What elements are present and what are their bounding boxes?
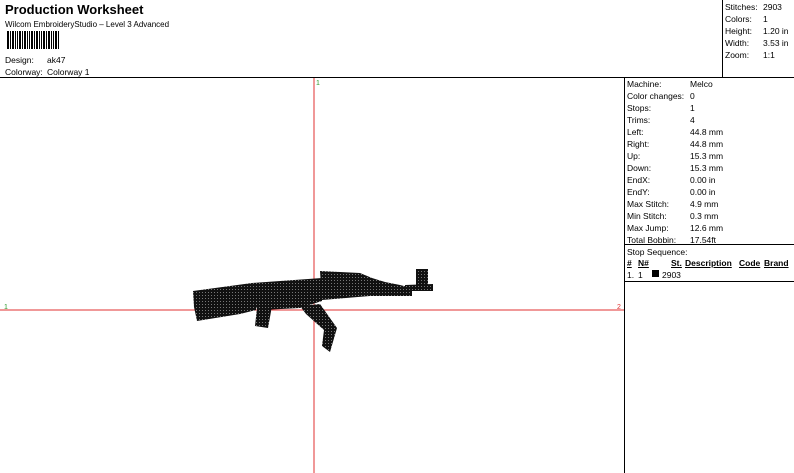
color-swatch — [652, 270, 659, 277]
machine-info-label: Left: — [627, 127, 644, 137]
side-panel-divider — [624, 77, 625, 473]
summary-divider — [722, 0, 723, 77]
machine-info-label: Min Stitch: — [627, 211, 667, 221]
summary-label: Stitches: — [725, 2, 758, 12]
machine-info-value: 12.6 mm — [690, 223, 724, 233]
column-header-needle: N# — [638, 258, 649, 268]
machine-info-value: 0.00 in — [690, 187, 716, 197]
summary-value: 1 — [763, 14, 768, 24]
left-axis-marker: 1 — [4, 304, 8, 311]
barcode-icon — [7, 31, 59, 49]
summary-value: 1:1 — [763, 50, 775, 60]
machine-info-value: 15.3 mm — [690, 163, 724, 173]
summary-label: Zoom: — [725, 50, 750, 60]
column-header-description: Description — [685, 258, 732, 268]
machine-info-label: Stops: — [627, 103, 652, 113]
summary-value: 2903 — [763, 2, 782, 12]
page-title: Production Worksheet — [5, 2, 144, 17]
machine-info-label: Trims: — [627, 115, 651, 125]
production-worksheet: { "header": { "title": "Production Works… — [0, 0, 794, 473]
machine-info-value: 44.8 mm — [690, 139, 724, 149]
machine-info-value: 15.3 mm — [690, 151, 724, 161]
machine-info-label: Down: — [627, 163, 652, 173]
machine-info-value: 17.54ft — [690, 235, 716, 245]
machine-info-label: Color changes: — [627, 91, 685, 101]
design-value: ak47 — [47, 55, 66, 65]
machine-info-label: Max Stitch: — [627, 199, 670, 209]
summary-label: Height: — [725, 26, 752, 36]
machine-info-value: Melco — [690, 79, 713, 89]
summary-value: 1.20 in — [763, 26, 789, 36]
machine-info-label: EndY: — [627, 187, 650, 197]
machine-info-value: 0 — [690, 91, 695, 101]
machine-info-value: 0.3 mm — [690, 211, 719, 221]
machine-info-value: 1 — [690, 103, 695, 113]
machine-info-value: 4.9 mm — [690, 199, 719, 209]
top-axis-marker: 1 — [316, 80, 320, 87]
machine-info-label: Max Jump: — [627, 223, 669, 233]
machine-info-value: 4 — [690, 115, 695, 125]
machine-info-value: 0.00 in — [690, 175, 716, 185]
machine-info-label: Total Bobbin: — [627, 235, 677, 245]
column-header-index: # — [627, 258, 632, 268]
stop-row-stitches: 2903 — [662, 270, 681, 280]
stop-sequence-divider — [624, 281, 794, 282]
machine-info-label: Right: — [627, 139, 650, 149]
machine-info-label: Up: — [627, 151, 641, 161]
machine-info-value: 44.8 mm — [690, 127, 724, 137]
summary-value: 3.53 in — [763, 38, 789, 48]
column-header-stitches: St. — [671, 258, 682, 268]
software-subtitle: Wilcom EmbroideryStudio – Level 3 Advanc… — [5, 20, 170, 29]
machine-info-label: Machine: — [627, 79, 662, 89]
stop-sequence-title: Stop Sequence: — [627, 247, 688, 257]
design-canvas: 1 1 2 — [0, 78, 624, 473]
summary-label: Width: — [725, 38, 750, 48]
stop-row-index: 1. — [627, 270, 635, 280]
right-axis-marker: 2 — [617, 304, 621, 311]
summary-label: Colors: — [725, 14, 752, 24]
stop-row-needle: 1 — [638, 270, 643, 280]
machine-info-label: EndX: — [627, 175, 651, 185]
design-label: Design: — [5, 55, 34, 65]
column-header-code: Code — [739, 258, 761, 268]
column-header-brand: Brand — [764, 258, 789, 268]
